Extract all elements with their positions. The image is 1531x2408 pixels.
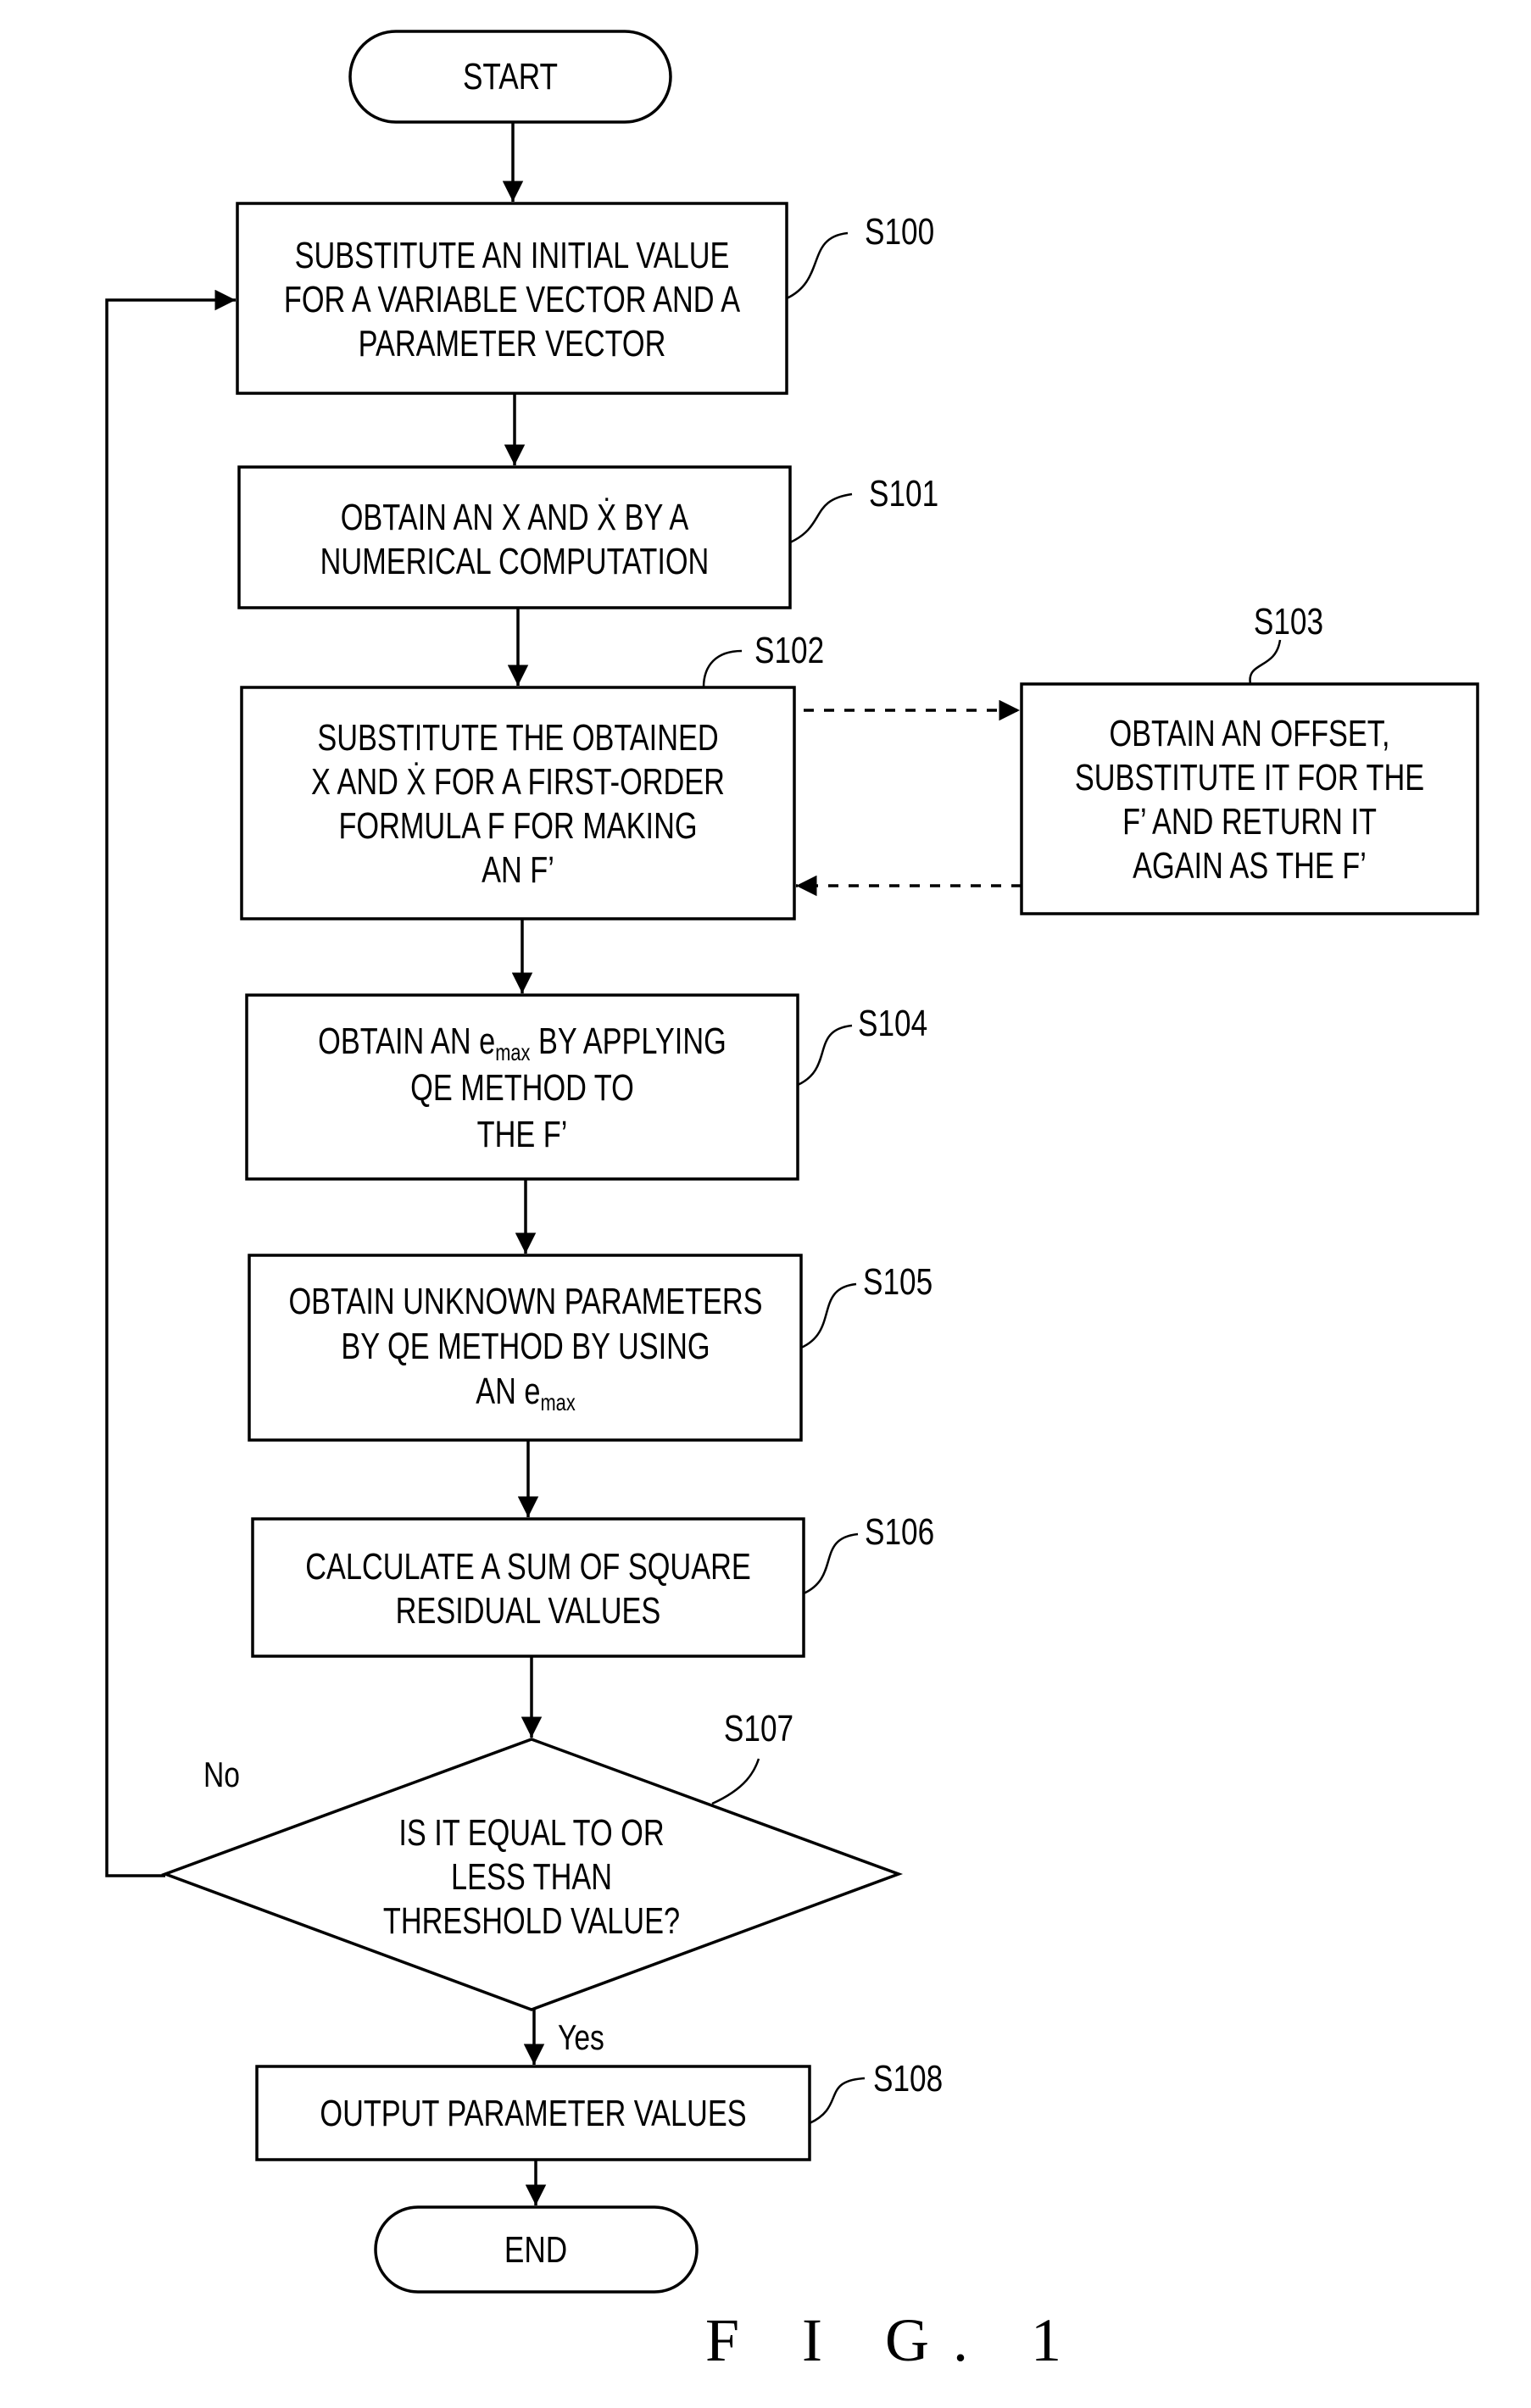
step-s104-id: S104 [858,1003,927,1044]
step-s104-leader [797,1024,853,1087]
step-s100: SUBSTITUTE AN INITIAL VALUEFOR A VARIABL… [236,202,934,395]
step-text-line: FOR A VARIABLE VECTOR AND A [284,279,741,320]
step-text-line: F’ AND RETURN IT [1122,801,1377,843]
figure-caption: F I G. 1 [705,2306,1085,2374]
step-s102-id: S102 [754,630,824,671]
step-text-line: OBTAIN AN X AND Ẋ BY A [341,497,689,538]
step-s108: OUTPUT PARAMETER VALUES S108 [255,2058,943,2161]
step-s103-leader [1249,639,1282,685]
step-s103: OBTAIN AN OFFSET,SUBSTITUTE IT FOR THEF’… [1020,601,1479,915]
decision-s107-id: S107 [724,1708,793,1749]
step-s106-id: S106 [865,1511,934,1553]
step-text-line: LESS THAN [451,1856,612,1898]
step-text-line: OUTPUT PARAMETER VALUES [320,2093,746,2134]
step-text-line: THE F’ [477,1114,568,1155]
step-s108-text: OUTPUT PARAMETER VALUES [320,2093,746,2134]
step-text-line: OBTAIN UNKNOWN PARAMETERS [288,1281,762,1322]
start-terminal: START [348,30,672,124]
start-label: START [463,56,558,97]
step-text-line: RESIDUAL VALUES [396,1590,661,1632]
step-text-line: IS IT EQUAL TO OR [398,1812,664,1854]
step-text-line: NUMERICAL COMPUTATION [320,541,710,582]
branch-yes-label: Yes [558,2019,604,2058]
flowchart: START SUBSTITUTE AN INITIAL VALUEFOR A V… [105,30,1479,2374]
step-text-line: FORMULA F FOR MAKING [338,805,697,847]
step-text-line: X AND Ẋ FOR A FIRST-ORDER [311,761,725,803]
decision-s107-leader [711,1758,760,1805]
step-s102: SUBSTITUTE THE OBTAINEDX AND Ẋ FOR A FIR… [240,630,824,920]
step-text-line: AGAIN AS THE F’ [1133,845,1367,887]
step-text-line: CALCULATE A SUM OF SQUARE [305,1546,750,1588]
step-text-line: AN F’ [482,849,554,891]
step-s105: OBTAIN UNKNOWN PARAMETERSBY QE METHOD BY… [248,1254,933,1442]
step-s101: OBTAIN AN X AND Ẋ BY ANUMERICAL COMPUTAT… [237,465,938,609]
step-s105-id: S105 [863,1261,933,1303]
decision-s107: IS IT EQUAL TO ORLESS THANTHRESHOLD VALU… [160,1708,904,2011]
step-text-line: THRESHOLD VALUE? [383,1900,680,1942]
step-text-line: QE METHOD TO [410,1067,634,1109]
step-s100-leader [786,231,849,300]
step-text-line: OBTAIN AN OFFSET, [1110,713,1390,754]
step-text-line: SUBSTITUTE THE OBTAINED [317,717,718,759]
end-terminal: END [374,2205,699,2294]
step-s100-id: S100 [865,211,934,253]
step-s108-leader [809,2077,866,2125]
end-label: END [504,2229,567,2271]
step-s102-leader [702,649,743,688]
step-text-line: BY QE METHOD BY USING [341,1326,710,1367]
branch-no-label: No [203,1756,240,1795]
step-s108-id: S108 [873,2058,943,2099]
step-text-line: PARAMETER VECTOR [359,323,666,364]
step-s106-leader [803,1532,859,1595]
step-s104: OBTAIN AN emax BY APPLYINGQE METHOD TOTH… [245,993,927,1181]
step-text-line: SUBSTITUTE AN INITIAL VALUE [295,235,730,276]
step-text-line: SUBSTITUTE IT FOR THE [1075,757,1424,798]
step-s105-leader [800,1282,857,1349]
arrow-no-loop-to-s100 [105,289,236,1877]
step-s103-id: S103 [1254,601,1323,642]
step-s106: CALCULATE A SUM OF SQUARERESIDUAL VALUES… [251,1511,934,1658]
step-s101-id: S101 [869,473,938,514]
step-s101-leader [789,492,853,544]
